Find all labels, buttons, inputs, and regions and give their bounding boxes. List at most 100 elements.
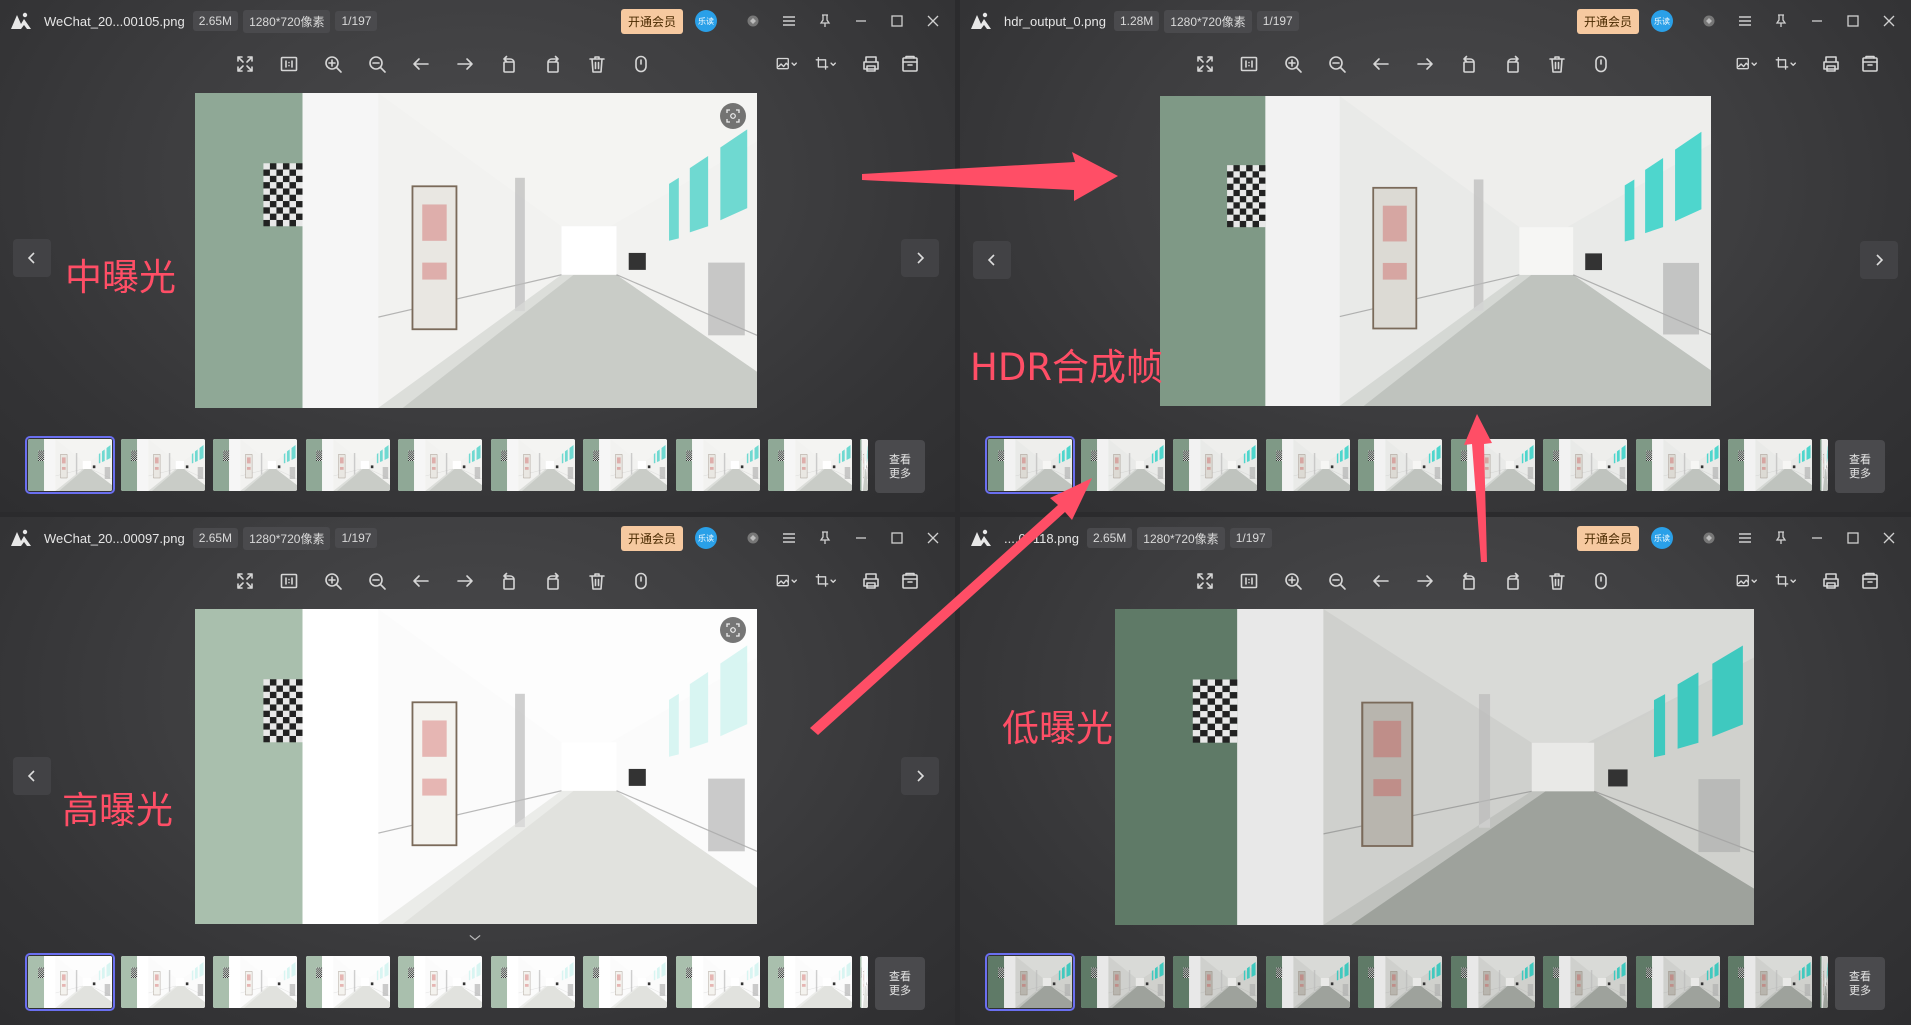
previous-image-button[interactable] (973, 241, 1011, 279)
scan-text-icon[interactable] (720, 617, 746, 643)
skin-icon[interactable] (1697, 526, 1721, 550)
thumbnail[interactable] (1635, 439, 1720, 491)
thumbnail[interactable] (583, 956, 667, 1008)
rotate-left-icon[interactable] (495, 50, 523, 78)
delete-icon[interactable] (583, 567, 611, 595)
thumbnail[interactable] (768, 956, 852, 1008)
thumbnail[interactable] (1358, 439, 1442, 491)
avatar[interactable]: 乐读 (695, 10, 717, 32)
maximize-icon[interactable] (1841, 526, 1865, 550)
next-image-button[interactable] (1860, 241, 1898, 279)
crop-icon[interactable] (812, 567, 840, 595)
actual-size-icon[interactable] (1235, 50, 1263, 78)
thumbnail[interactable] (985, 436, 1075, 494)
maximize-icon[interactable] (1841, 9, 1865, 33)
thumbnail[interactable] (1635, 956, 1720, 1008)
skin-icon[interactable] (1697, 9, 1721, 33)
thumbnail[interactable] (25, 436, 115, 494)
actual-size-icon[interactable] (275, 50, 303, 78)
vip-button[interactable]: 开通会员 (1576, 8, 1639, 34)
minimize-icon[interactable] (849, 9, 873, 33)
save-icon[interactable] (896, 50, 924, 78)
image-edit-icon[interactable] (773, 567, 801, 595)
save-icon[interactable] (896, 567, 924, 595)
maximize-icon[interactable] (885, 9, 909, 33)
thumbnail[interactable] (1080, 956, 1165, 1008)
image-edit-icon[interactable] (1733, 50, 1761, 78)
vip-button[interactable]: 开通会员 (620, 8, 683, 34)
zoom-in-icon[interactable] (1279, 50, 1307, 78)
info-icon[interactable] (627, 567, 655, 595)
thumbnail[interactable] (583, 439, 667, 491)
pin-icon[interactable] (1769, 526, 1793, 550)
menu-icon[interactable] (1733, 9, 1757, 33)
avatar[interactable]: 乐读 (695, 527, 717, 549)
main-image[interactable] (195, 609, 757, 924)
zoom-out-icon[interactable] (1323, 50, 1351, 78)
thumbnail[interactable] (1543, 439, 1627, 491)
thumbnail[interactable] (398, 956, 482, 1008)
view-more-button[interactable]: 查看 更多 (875, 440, 925, 493)
thumbnail[interactable] (985, 953, 1075, 1011)
next-arrow-icon[interactable] (1411, 567, 1439, 595)
skin-icon[interactable] (741, 526, 765, 550)
skin-icon[interactable] (741, 9, 765, 33)
thumbnail[interactable] (1728, 439, 1812, 491)
rotate-left-icon[interactable] (1455, 567, 1483, 595)
delete-icon[interactable] (1543, 50, 1571, 78)
thumbnail[interactable] (1543, 956, 1627, 1008)
thumbnail[interactable] (305, 439, 390, 491)
zoom-out-icon[interactable] (363, 567, 391, 595)
print-icon[interactable] (1817, 567, 1845, 595)
pin-icon[interactable] (813, 526, 837, 550)
zoom-in-icon[interactable] (319, 567, 347, 595)
previous-arrow-icon[interactable] (1367, 50, 1395, 78)
thumbnail[interactable] (1450, 956, 1535, 1008)
next-image-button[interactable] (901, 757, 939, 795)
thumbnail[interactable] (213, 439, 297, 491)
actual-size-icon[interactable] (275, 567, 303, 595)
next-image-button[interactable] (901, 239, 939, 277)
thumbnail[interactable] (398, 439, 482, 491)
close-icon[interactable] (1877, 526, 1901, 550)
view-more-button[interactable]: 查看 更多 (1835, 440, 1885, 493)
scan-text-icon[interactable] (720, 103, 746, 129)
thumbnail-partial[interactable] (860, 956, 868, 1008)
thumbnail[interactable] (1265, 956, 1350, 1008)
thumbnail[interactable] (1450, 439, 1535, 491)
info-icon[interactable] (1587, 50, 1615, 78)
thumbnail[interactable] (675, 439, 760, 491)
thumbnail[interactable] (768, 439, 852, 491)
avatar[interactable]: 乐读 (1651, 527, 1673, 549)
thumbnail-partial[interactable] (860, 439, 868, 491)
previous-arrow-icon[interactable] (407, 50, 435, 78)
vip-button[interactable]: 开通会员 (620, 525, 683, 551)
vip-button[interactable]: 开通会员 (1576, 525, 1639, 551)
thumbnail[interactable] (1173, 956, 1257, 1008)
minimize-icon[interactable] (1805, 9, 1829, 33)
zoom-out-icon[interactable] (1323, 567, 1351, 595)
menu-icon[interactable] (1733, 526, 1757, 550)
collapse-chevron-icon[interactable] (458, 931, 492, 945)
main-image[interactable] (195, 93, 757, 408)
thumbnail[interactable] (213, 956, 297, 1008)
crop-icon[interactable] (1772, 50, 1800, 78)
rotate-right-icon[interactable] (1499, 567, 1527, 595)
next-arrow-icon[interactable] (1411, 50, 1439, 78)
crop-icon[interactable] (1772, 567, 1800, 595)
print-icon[interactable] (1817, 50, 1845, 78)
fullscreen-icon[interactable] (1191, 50, 1219, 78)
save-icon[interactable] (1856, 567, 1884, 595)
thumbnail[interactable] (1358, 956, 1442, 1008)
thumbnail[interactable] (490, 439, 575, 491)
pin-icon[interactable] (813, 9, 837, 33)
delete-icon[interactable] (583, 50, 611, 78)
thumbnail[interactable] (120, 439, 205, 491)
thumbnail[interactable] (305, 956, 390, 1008)
close-icon[interactable] (1877, 9, 1901, 33)
main-image[interactable] (1160, 96, 1711, 406)
thumbnail[interactable] (1080, 439, 1165, 491)
next-arrow-icon[interactable] (451, 567, 479, 595)
zoom-out-icon[interactable] (363, 50, 391, 78)
menu-icon[interactable] (777, 9, 801, 33)
